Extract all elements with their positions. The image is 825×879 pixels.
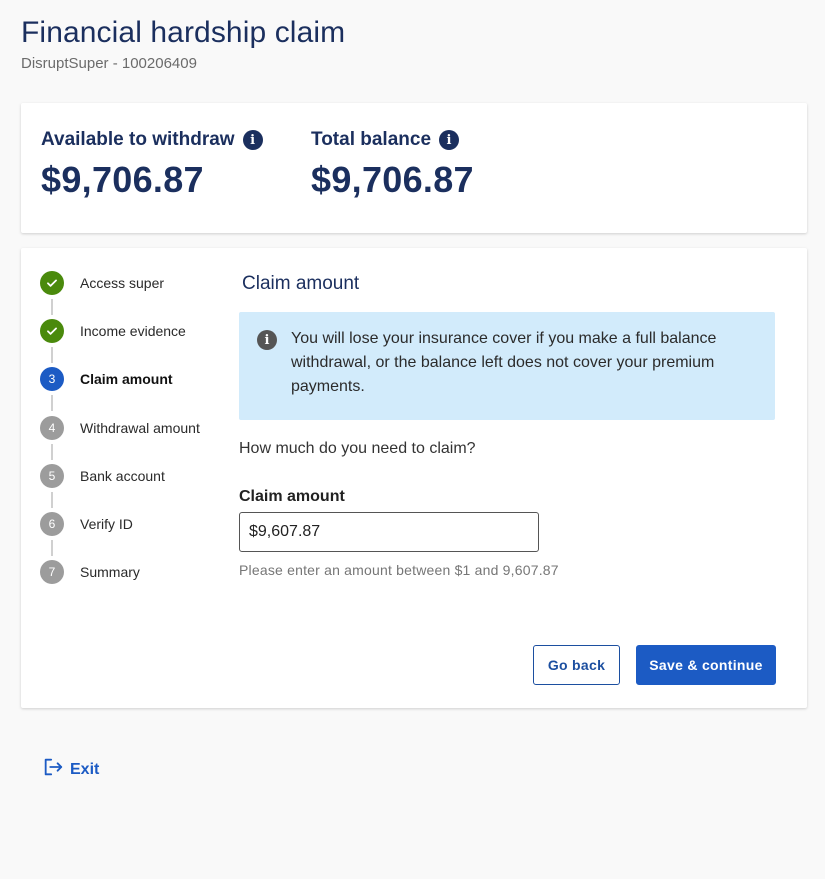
save-continue-button[interactable]: Save & continue	[636, 645, 776, 685]
step-bank-account: 5 Bank account	[40, 463, 230, 512]
total-label: Total balance	[311, 129, 432, 150]
exit-label: Exit	[70, 760, 100, 778]
alert-text: You will lose your insurance cover if yo…	[291, 330, 717, 395]
check-icon	[40, 319, 64, 344]
go-back-button[interactable]: Go back	[533, 645, 620, 685]
step-connector	[51, 347, 53, 364]
step-label: Claim amount	[80, 371, 173, 388]
account-subtitle: DisruptSuper - 100206409	[21, 55, 197, 72]
step-number: 4	[40, 415, 64, 440]
step-number: 7	[40, 560, 64, 585]
available-balance: Available to withdraw i $9,706.87	[41, 129, 263, 201]
step-number: 6	[40, 511, 64, 536]
claim-amount-input[interactable]	[239, 512, 539, 552]
available-label: Available to withdraw	[41, 129, 235, 150]
total-amount: $9,706.87	[311, 159, 474, 200]
exit-link[interactable]: Exit	[42, 756, 99, 783]
step-label: Withdrawal amount	[80, 419, 200, 436]
claim-amount-hint: Please enter an amount between $1 and 9,…	[239, 562, 559, 578]
step-label: Summary	[80, 564, 140, 581]
step-label: Access super	[80, 275, 165, 291]
progress-stepper: Access super Income evidence 3 Claim amount…	[40, 271, 230, 608]
step-summary: 7 Summary	[40, 560, 230, 608]
step-number: 3	[40, 367, 64, 392]
available-amount: $9,706.87	[41, 159, 204, 200]
step-connector	[51, 299, 53, 315]
step-connector	[51, 491, 53, 508]
step-verify-id: 6 Verify ID	[40, 511, 230, 560]
step-label: Verify ID	[80, 515, 133, 532]
claim-question: How much do you need to claim?	[239, 440, 476, 457]
step-access-super: Access super	[40, 271, 230, 319]
step-number: 5	[40, 463, 64, 488]
insurance-alert: i You will lose your insurance cover if …	[239, 312, 775, 420]
balance-card: Available to withdraw i $9,706.87 Total …	[21, 103, 807, 233]
info-icon[interactable]: i	[439, 130, 460, 150]
info-icon: i	[257, 330, 277, 350]
step-connector	[51, 443, 53, 460]
check-icon	[40, 271, 64, 295]
page-title: Financial hardship claim	[21, 16, 346, 49]
total-balance: Total balance i $9,706.87	[311, 129, 474, 201]
step-claim-amount: 3 Claim amount	[40, 367, 230, 415]
section-title: Claim amount	[242, 273, 360, 294]
step-connector	[51, 539, 53, 556]
step-label: Income evidence	[80, 323, 186, 340]
info-icon[interactable]: i	[242, 130, 263, 150]
exit-icon	[42, 756, 64, 783]
step-withdrawal-amount: 4 Withdrawal amount	[40, 415, 230, 464]
step-income-evidence: Income evidence	[40, 319, 230, 367]
claim-card: Access super Income evidence 3 Claim amount…	[21, 248, 807, 708]
step-label: Bank account	[80, 467, 165, 484]
step-connector	[51, 395, 53, 412]
claim-amount-label: Claim amount	[239, 488, 345, 505]
